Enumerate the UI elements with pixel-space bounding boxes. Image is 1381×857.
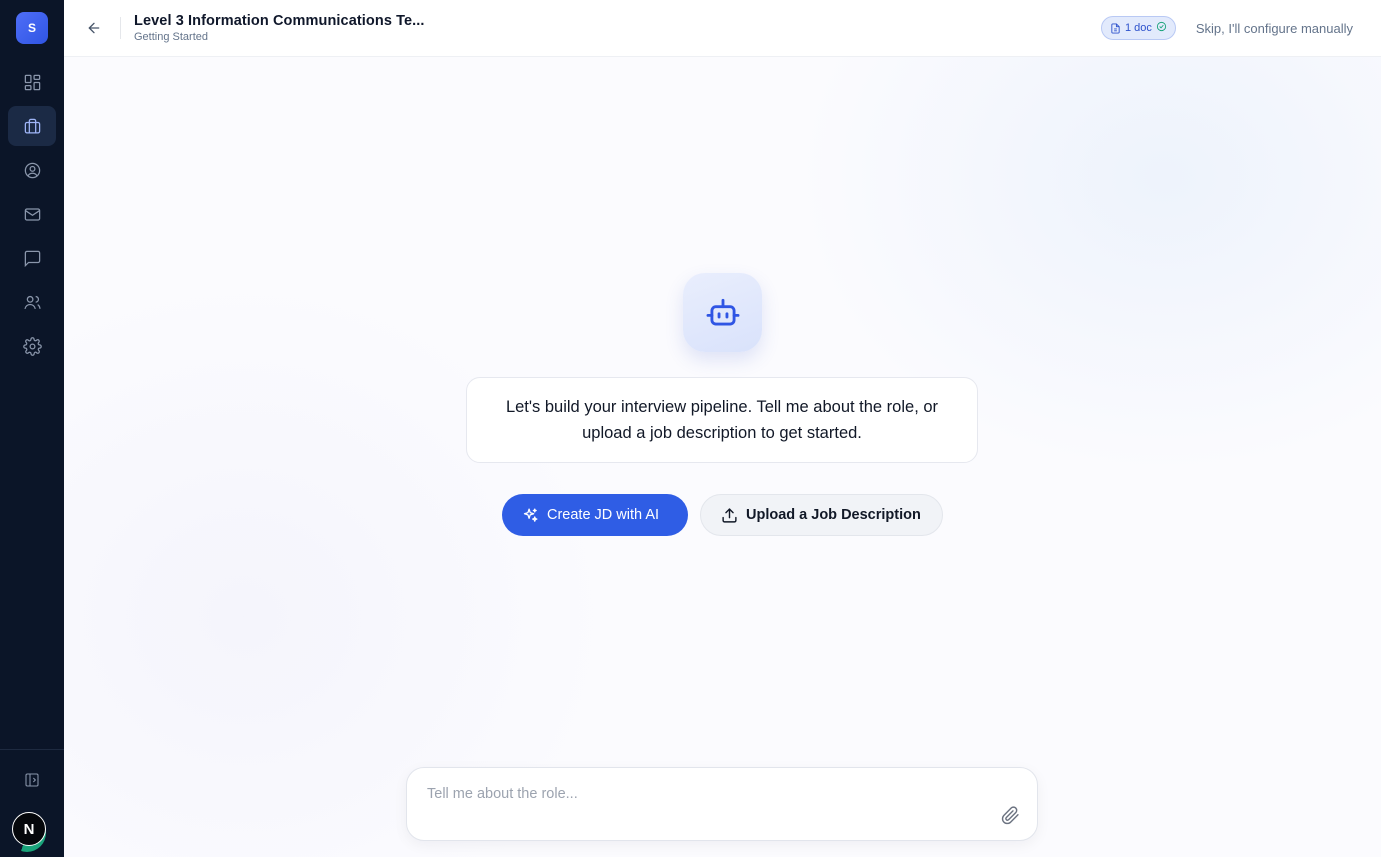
back-button[interactable]: [82, 16, 106, 40]
collapse-sidebar-button[interactable]: [12, 760, 52, 800]
paperclip-icon: [1001, 805, 1019, 824]
action-buttons: Create JD with AI Upload a Job Descripti…: [502, 494, 943, 536]
sidebar-item-messages[interactable]: [8, 238, 56, 278]
doc-count-label: 1 doc: [1124, 22, 1152, 34]
user-avatar-wrapper[interactable]: N: [8, 812, 52, 852]
sparkles-icon: [523, 507, 538, 522]
sidebar-footer: N: [0, 749, 64, 857]
sidebar-item-candidates[interactable]: [8, 150, 56, 190]
page-subtitle: Getting Started: [134, 31, 208, 43]
check-circle-icon: [1156, 21, 1166, 32]
sidebar-item-jobs[interactable]: [8, 106, 56, 146]
upload-jd-label: Upload a Job Description: [746, 507, 921, 523]
assistant-message-text: Let's build your interview pipeline. Tel…: [505, 398, 939, 442]
header-divider: [120, 17, 121, 39]
upload-jd-button[interactable]: Upload a Job Description: [700, 494, 943, 536]
briefcase-icon: [24, 118, 40, 133]
top-header: Level 3 Information Communications Te...…: [64, 0, 1381, 57]
mail-icon: [24, 207, 40, 221]
bot-icon: [706, 298, 739, 326]
create-jd-ai-button[interactable]: Create JD with AI: [502, 494, 688, 536]
chat-icon: [24, 250, 40, 267]
sidebar: S N: [0, 0, 64, 857]
skip-configure-link[interactable]: Skip, I'll configure manually: [1196, 21, 1353, 36]
assistant-avatar: [683, 273, 762, 352]
users-icon: [23, 295, 41, 309]
sidebar-item-inbox[interactable]: [8, 194, 56, 234]
document-icon: [1111, 22, 1120, 34]
page-title: Level 3 Information Communications Te...: [134, 13, 425, 29]
assistant-message: Let's build your interview pipeline. Tel…: [466, 377, 978, 463]
attach-button[interactable]: [999, 804, 1021, 826]
main-content: Let's build your interview pipeline. Tel…: [64, 57, 1381, 857]
sidebar-item-team[interactable]: [8, 282, 56, 322]
sidebar-item-dashboard[interactable]: [8, 62, 56, 102]
message-composer: [406, 767, 1038, 841]
sidebar-item-settings[interactable]: [8, 326, 56, 366]
sidebar-toggle-icon: [25, 773, 39, 787]
check-circle-icon-wrap: [1156, 21, 1167, 35]
user-circle-icon: [24, 162, 40, 178]
avatar[interactable]: N: [12, 812, 46, 846]
gear-icon: [22, 336, 42, 356]
doc-count-badge[interactable]: 1 doc: [1100, 16, 1176, 40]
arrow-left-icon: [88, 22, 100, 34]
sidebar-nav: [8, 62, 56, 366]
create-jd-ai-label: Create JD with AI: [547, 507, 660, 523]
title-block: Level 3 Information Communications Te...…: [134, 13, 425, 43]
grid-icon: [24, 74, 40, 90]
role-input[interactable]: [427, 786, 987, 802]
header-actions: 1 doc Skip, I'll configure manually: [1100, 16, 1353, 40]
upload-icon: [722, 507, 737, 523]
app-logo[interactable]: S: [16, 12, 48, 44]
